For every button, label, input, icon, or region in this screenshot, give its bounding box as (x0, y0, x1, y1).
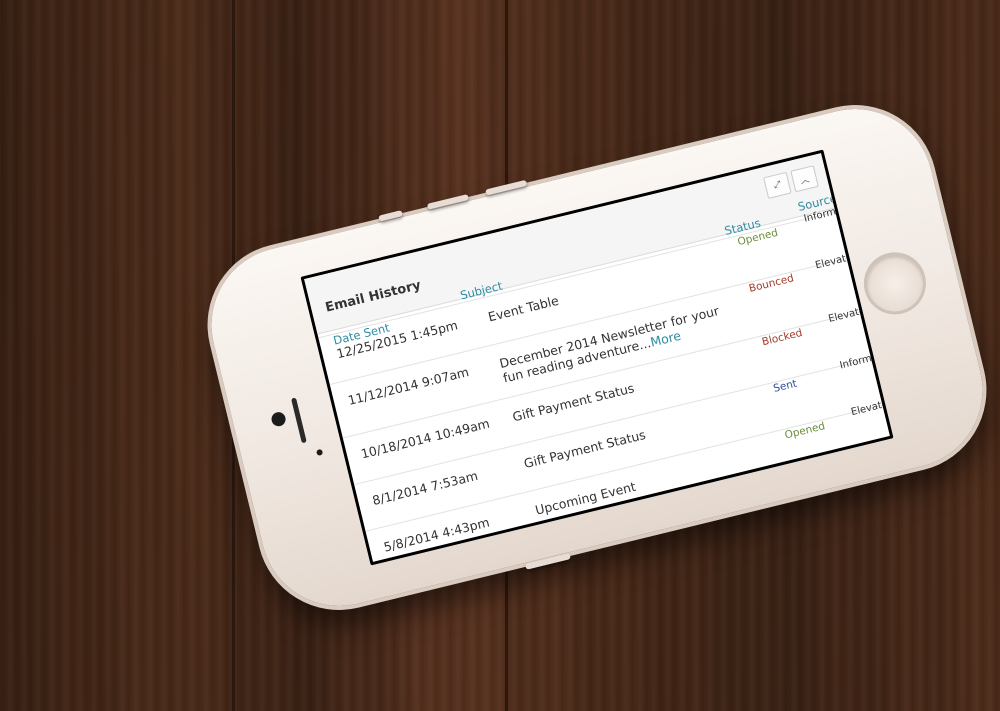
collapse-button[interactable]: ︿ (790, 165, 819, 193)
chevron-up-icon: ︿ (799, 174, 811, 187)
expand-button[interactable]: ⤢ (763, 171, 792, 199)
expand-icon: ⤢ (772, 179, 783, 192)
status-badge: Sent (772, 377, 799, 395)
smartphone: Email History ⤢ ︿ Date Sent Subject Stat… (195, 92, 999, 623)
panel-title: Email History (323, 277, 423, 316)
